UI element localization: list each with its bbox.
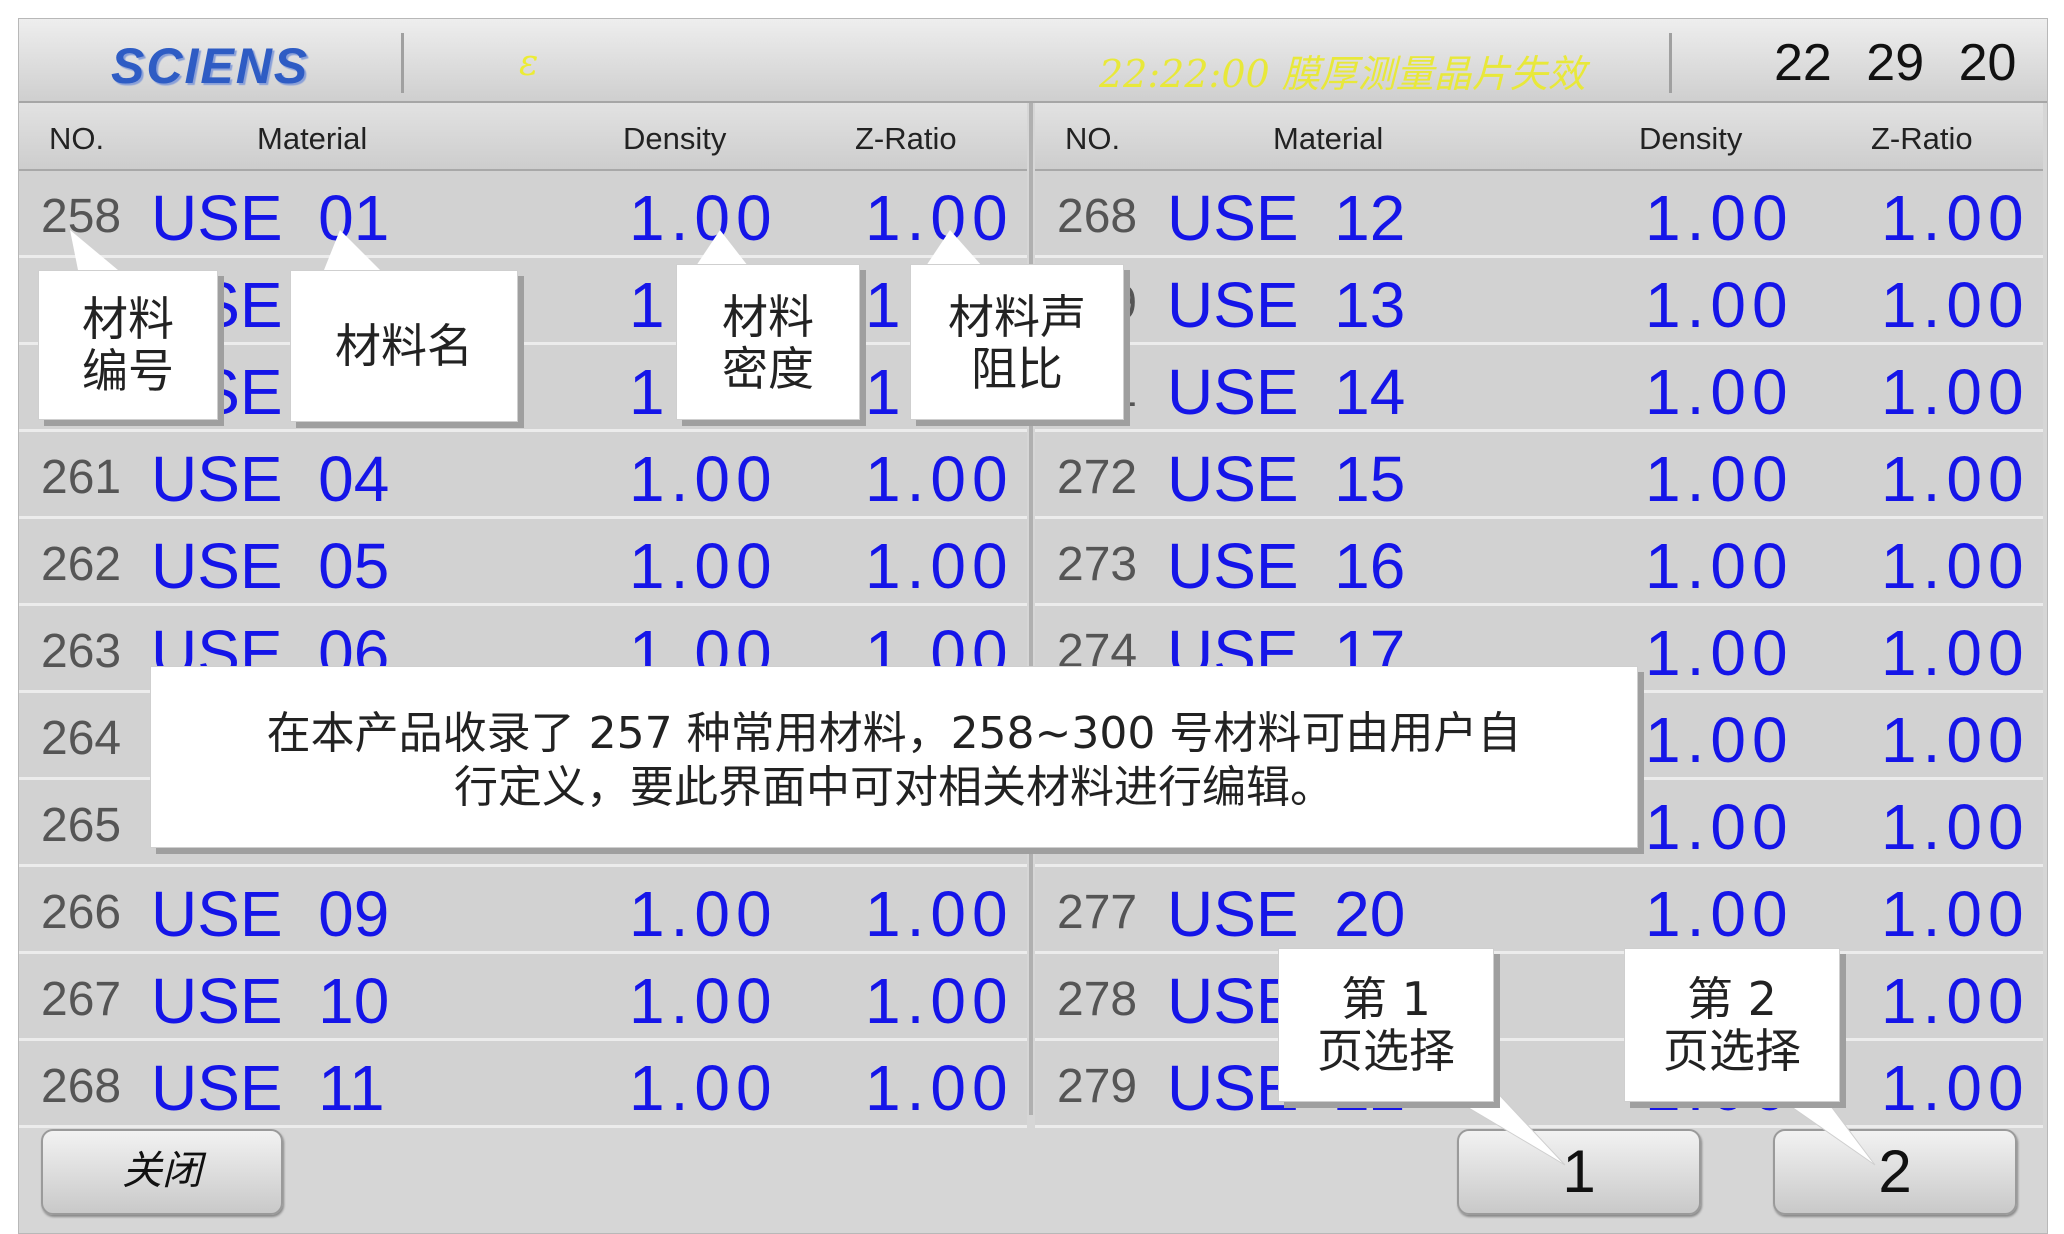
callout-page-1: 第 1 页选择 bbox=[1278, 948, 1494, 1102]
callout-text: 第 1 bbox=[1341, 972, 1431, 1026]
callout-info: 在本产品收录了 257 种常用材料，258~300 号材料可由用户自 行定义，要… bbox=[150, 666, 1638, 848]
callout-text: 第 2 bbox=[1687, 972, 1777, 1026]
callout-page-2: 第 2 页选择 bbox=[1624, 948, 1840, 1102]
callout-material-name: 材料名 bbox=[290, 270, 518, 422]
callout-text: 材料 bbox=[82, 292, 174, 346]
callout-text: 材料名 bbox=[335, 319, 473, 373]
callout-text: 密度 bbox=[722, 342, 814, 396]
callout-z-ratio: 材料声 阻比 bbox=[910, 264, 1124, 420]
callout-text: 页选择 bbox=[1317, 1024, 1455, 1078]
callout-text: 材料声 bbox=[948, 290, 1086, 344]
callout-text: 行定义，要此界面中可对相关材料进行编辑。 bbox=[454, 762, 1334, 813]
callout-text: 页选择 bbox=[1663, 1024, 1801, 1078]
callout-density: 材料 密度 bbox=[676, 264, 860, 420]
callout-text: 材料 bbox=[722, 290, 814, 344]
callout-text: 阻比 bbox=[971, 342, 1063, 396]
callout-text: 在本产品收录了 257 种常用材料，258~300 号材料可由用户自 bbox=[266, 708, 1522, 759]
callout-text: 编号 bbox=[82, 344, 174, 398]
callout-material-no: 材料 编号 bbox=[38, 270, 218, 420]
